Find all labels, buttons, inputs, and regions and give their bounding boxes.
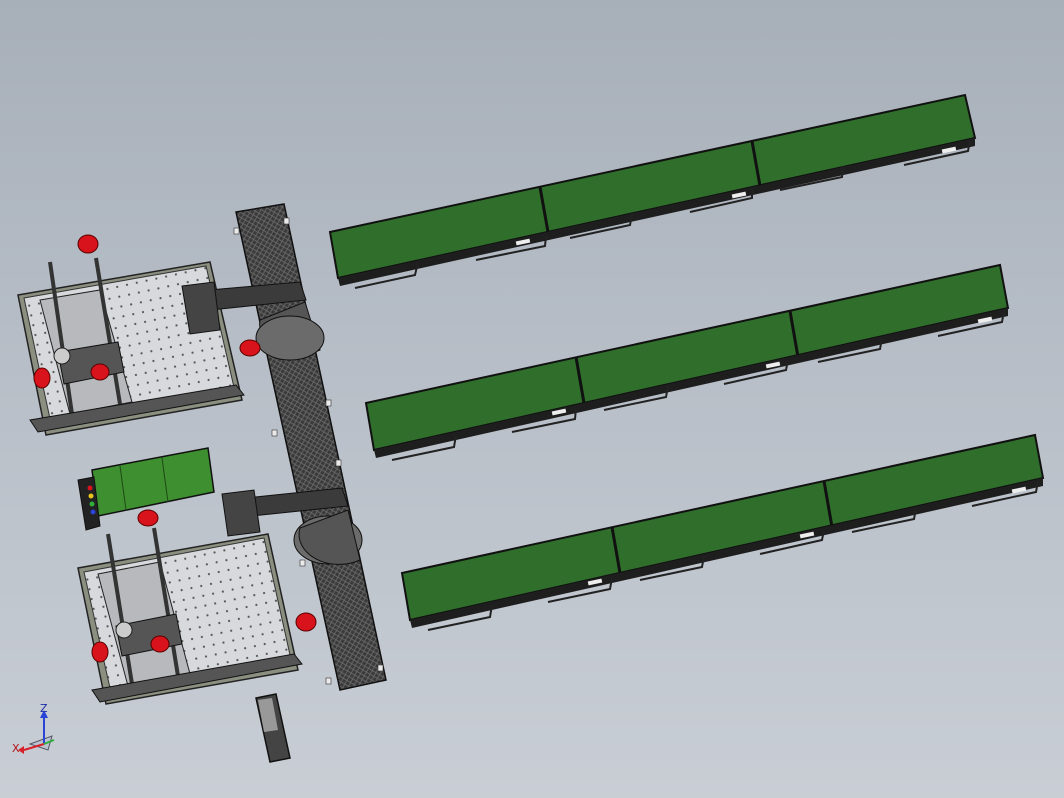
view-orientation-triad[interactable]: Z X bbox=[12, 702, 55, 755]
conveyor-belt-1 bbox=[328, 93, 977, 280]
conveyor-line-3[interactable] bbox=[400, 433, 1045, 631]
z-axis-label: Z bbox=[40, 702, 48, 715]
workstation-upper[interactable] bbox=[17, 234, 245, 436]
conveyor-line-2[interactable] bbox=[364, 263, 1010, 461]
conveyor-belt-3 bbox=[400, 433, 1045, 622]
tool-box[interactable] bbox=[255, 693, 291, 763]
conveyor-belt-2 bbox=[364, 263, 1010, 452]
cad-viewport[interactable]: Z X bbox=[0, 0, 1064, 798]
x-axis-label: X bbox=[12, 742, 20, 755]
workstation-lower[interactable] bbox=[77, 509, 303, 705]
conveyor-line-1[interactable] bbox=[328, 93, 977, 289]
cad-assembly-scene[interactable]: Z X bbox=[0, 0, 1064, 798]
